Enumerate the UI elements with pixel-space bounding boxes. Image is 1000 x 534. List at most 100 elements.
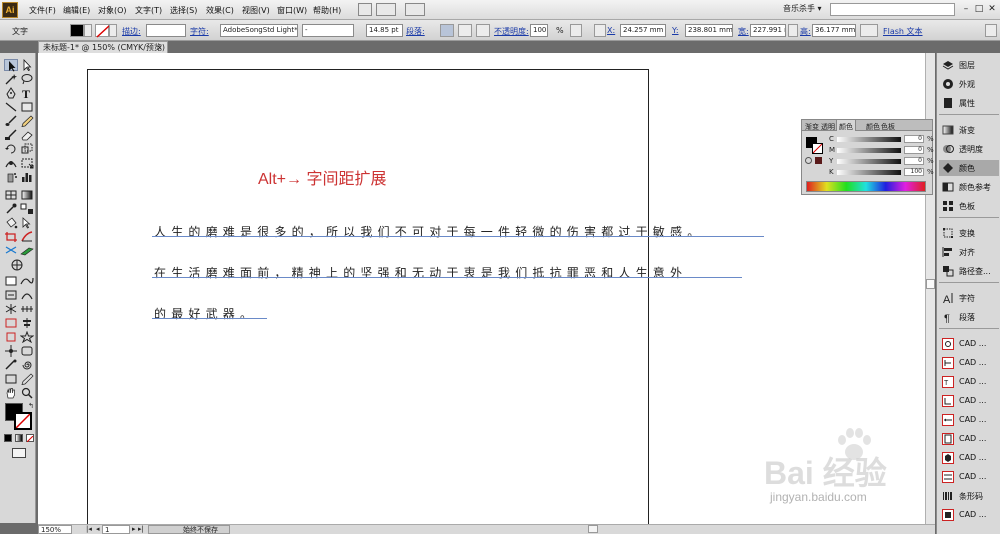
dock-attributes[interactable]: 属性 xyxy=(939,95,999,111)
hand-tool-icon[interactable] xyxy=(10,259,24,271)
last-page-icon[interactable]: ▸| xyxy=(138,525,144,533)
height-label[interactable]: 高: xyxy=(800,26,811,37)
dock-color[interactable]: 颜色 xyxy=(939,160,999,176)
bridge-icon[interactable] xyxy=(358,3,372,16)
align-center-button[interactable] xyxy=(458,24,472,37)
screen-mode-icon[interactable] xyxy=(4,373,18,385)
ellipse-tool-icon[interactable] xyxy=(4,317,18,329)
mesh-tool-icon[interactable] xyxy=(4,189,18,201)
symbol-sprayer-tool-icon[interactable] xyxy=(4,171,18,183)
dock-layers[interactable]: 图层 xyxy=(939,57,999,73)
dock-gradient[interactable]: 渐变 xyxy=(939,122,999,138)
channel-c-value[interactable]: 0 xyxy=(904,135,924,143)
channel-y-value[interactable]: 0 xyxy=(904,157,924,165)
blob-brush-tool-icon[interactable] xyxy=(4,129,18,141)
dock-pathfinder[interactable]: 路径查... xyxy=(939,263,999,279)
scissors-tool-icon[interactable] xyxy=(4,245,18,257)
rounded-rectangle-tool-icon[interactable] xyxy=(20,345,34,357)
menu-effect[interactable]: 效果(C) xyxy=(206,5,234,16)
status-info[interactable]: 始终不保存 xyxy=(148,525,230,534)
first-page-icon[interactable]: |◂ xyxy=(86,525,92,533)
scrollbar-thumb[interactable] xyxy=(926,279,935,289)
channel-y-slider[interactable] xyxy=(837,159,901,164)
menu-object[interactable]: 对象(O) xyxy=(98,5,127,16)
flash-text-link[interactable]: Flash 文本 xyxy=(883,26,923,37)
reshape-tool-icon[interactable] xyxy=(20,275,34,287)
star-tool-icon[interactable] xyxy=(20,331,34,343)
selection-tool-icon[interactable] xyxy=(4,59,18,72)
dock-transform[interactable]: 变换 xyxy=(939,225,999,241)
opacity-label[interactable]: 不透明度: xyxy=(494,26,529,37)
knife-tool-icon[interactable] xyxy=(20,245,34,257)
dock-cad-2[interactable]: CAD ... xyxy=(939,355,999,371)
eraser-tool-icon[interactable] xyxy=(20,129,34,141)
constrain-link-icon[interactable] xyxy=(788,24,798,37)
channel-c-slider[interactable] xyxy=(837,137,901,142)
channel-m-slider[interactable] xyxy=(837,148,901,153)
flare-tool-icon[interactable] xyxy=(4,345,18,357)
font-size-field[interactable]: 14.85 pt xyxy=(366,24,403,37)
transform-icon[interactable] xyxy=(860,24,878,37)
document-tab[interactable]: 未标题-1* @ 150% (CMYK/预览) × xyxy=(38,41,168,53)
eyedropper-tool-icon[interactable] xyxy=(4,203,18,215)
dock-cad-5[interactable]: CAD ... xyxy=(939,412,999,428)
tab-transparency[interactable]: 透明 xyxy=(821,122,835,132)
gradient-tool-icon[interactable] xyxy=(20,189,34,201)
workspace-switcher[interactable]: 音乐杀手 ▾ xyxy=(783,3,829,16)
menu-select[interactable]: 选择(S) xyxy=(170,5,197,16)
tab-gradient[interactable]: 渐变 xyxy=(805,122,819,132)
close-tab-icon[interactable]: × xyxy=(156,42,163,53)
gradient-mode-icon[interactable] xyxy=(15,434,23,442)
tab-color-guide[interactable]: 颜色 xyxy=(866,122,880,132)
rotate-tool-icon[interactable] xyxy=(4,143,18,155)
zoom-tool-icon[interactable] xyxy=(20,387,34,399)
dock-transparency[interactable]: 透明度 xyxy=(939,141,999,157)
panel-menu-icon[interactable] xyxy=(985,24,997,37)
swap-colors-icon[interactable]: ↰ xyxy=(28,403,34,410)
help-search-input[interactable] xyxy=(830,3,955,16)
hand-pan-tool-icon[interactable] xyxy=(4,387,18,399)
maximize-button[interactable]: □ xyxy=(973,3,985,15)
live-paint-bucket-tool-icon[interactable] xyxy=(4,217,18,229)
line-tool-icon[interactable] xyxy=(4,101,18,113)
next-page-icon[interactable]: ▸ xyxy=(132,525,136,533)
channel-k-slider[interactable] xyxy=(837,170,901,175)
stroke-weight-field[interactable] xyxy=(146,24,186,37)
arrange-documents-icon[interactable] xyxy=(376,3,396,16)
page-field[interactable]: 1 xyxy=(102,525,130,534)
channel-k-value[interactable]: 100 xyxy=(904,168,924,176)
y-label[interactable]: Y: xyxy=(672,26,679,35)
fill-swatch[interactable] xyxy=(70,24,84,37)
menu-help[interactable]: 帮助(H) xyxy=(313,5,341,16)
shape-builder-tool-icon[interactable] xyxy=(20,289,34,301)
dock-appearance[interactable]: 外观 xyxy=(939,76,999,92)
align-left-button[interactable] xyxy=(440,24,454,37)
dock-character[interactable]: A 字符 xyxy=(939,290,999,306)
menu-view[interactable]: 视图(V) xyxy=(242,5,270,16)
measure-tool-icon[interactable] xyxy=(4,359,18,371)
cp-stroke-swatch[interactable] xyxy=(812,143,823,154)
body-text-line-2[interactable]: 在生活磨难面前，精神上的坚强和无动于衷是我们抵抗罪恶和人生意外 xyxy=(154,264,687,281)
menu-window[interactable]: 窗口(W) xyxy=(277,5,307,16)
font-style-select[interactable]: - xyxy=(302,24,354,37)
width-field[interactable]: 227.991 m xyxy=(750,24,786,37)
out-of-gamut-icon[interactable] xyxy=(805,157,812,164)
menu-edit[interactable]: 编辑(E) xyxy=(63,5,90,16)
menu-file[interactable]: 文件(F) xyxy=(29,5,56,16)
stroke-dropdown[interactable] xyxy=(109,24,117,37)
opacity-field[interactable]: 100 xyxy=(530,24,548,37)
y-position-field[interactable]: 238.801 mm xyxy=(685,24,733,37)
stroke-swatch[interactable] xyxy=(95,24,110,38)
free-transform-tool-icon[interactable] xyxy=(20,157,34,169)
tab-color[interactable]: 颜色 xyxy=(836,120,856,131)
body-text-line-1[interactable]: 人生的磨难是很多的，所以我们不可对于每一件轻微的伤害都过于敏感。 xyxy=(154,223,704,240)
scale-tool-icon[interactable] xyxy=(20,143,34,155)
spiral-tool-icon[interactable] xyxy=(20,359,34,371)
character-label[interactable]: 字符: xyxy=(190,26,209,37)
perspective-grid-tool-icon[interactable] xyxy=(4,303,18,315)
column-graph-tool-icon[interactable] xyxy=(20,171,34,183)
paragraph-label[interactable]: 段落: xyxy=(406,26,425,37)
pencil-tool-icon[interactable] xyxy=(20,115,34,127)
live-paint-selection-tool-icon[interactable] xyxy=(20,217,34,229)
ruler-tool-icon[interactable] xyxy=(20,303,34,315)
